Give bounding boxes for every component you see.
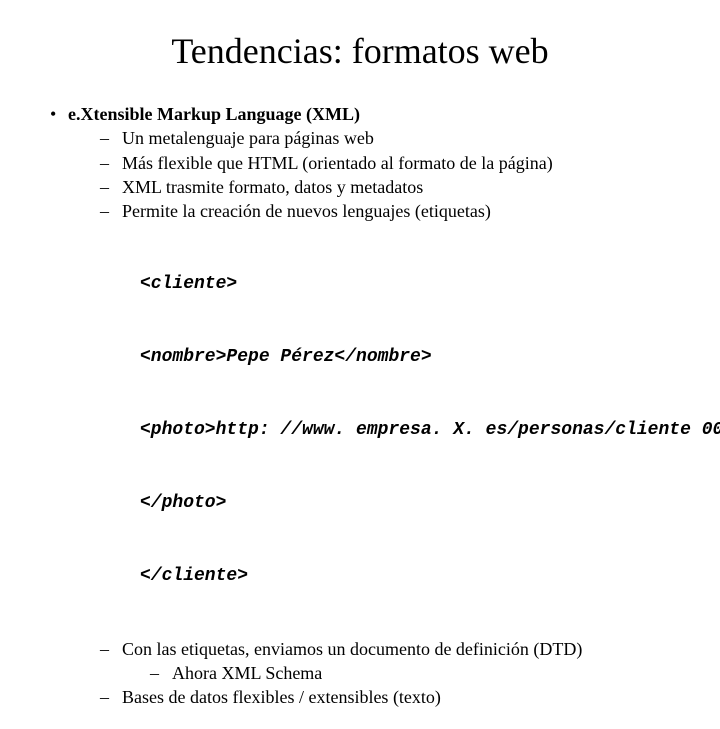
dash-icon: – bbox=[100, 637, 122, 661]
bullet-level3: – Ahora XML Schema bbox=[150, 661, 680, 685]
bullet-level2: – Más flexible que HTML (orientado al fo… bbox=[100, 151, 680, 175]
bullet-level2: – XML trasmite formato, datos y metadato… bbox=[100, 175, 680, 199]
code-block: <cliente> <nombre>Pepe Pérez</nombre> <p… bbox=[140, 223, 680, 636]
bullet-text: Un metalenguaje para páginas web bbox=[122, 126, 374, 150]
dash-icon: – bbox=[100, 126, 122, 150]
code-line: <cliente> bbox=[140, 272, 680, 296]
dash-icon: – bbox=[100, 151, 122, 175]
bullet-level2: – Un metalenguaje para páginas web bbox=[100, 126, 680, 150]
bullet-text: Más flexible que HTML (orientado al form… bbox=[122, 151, 553, 175]
code-line: </photo> bbox=[140, 491, 680, 515]
bullet-text: Con las etiquetas, enviamos un documento… bbox=[122, 637, 582, 661]
bullet-dot-icon: • bbox=[50, 102, 68, 126]
bullet-text: Permite la creación de nuevos lenguajes … bbox=[122, 199, 491, 223]
dash-icon: – bbox=[150, 661, 172, 685]
bullet-level1: • e.Xtensible Markup Language (XML) bbox=[50, 102, 680, 126]
bullet-level2: – Con las etiquetas, enviamos un documen… bbox=[100, 637, 680, 661]
bullet-text: Ahora XML Schema bbox=[172, 661, 322, 685]
dash-icon: – bbox=[100, 199, 122, 223]
slide-title: Tendencias: formatos web bbox=[40, 30, 680, 72]
code-line: </cliente> bbox=[140, 564, 680, 588]
dash-icon: – bbox=[100, 175, 122, 199]
bullet-text: Bases de datos flexibles / extensibles (… bbox=[122, 685, 441, 709]
dash-icon: – bbox=[100, 685, 122, 709]
code-line: <photo>http: //www. empresa. X. es/perso… bbox=[140, 418, 680, 442]
bullet-level2: – Bases de datos flexibles / extensibles… bbox=[100, 685, 680, 709]
bullet-text: XML trasmite formato, datos y metadatos bbox=[122, 175, 423, 199]
bullet-level2: – Permite la creación de nuevos lenguaje… bbox=[100, 199, 680, 223]
code-line: <nombre>Pepe Pérez</nombre> bbox=[140, 345, 680, 369]
bullet-text: e.Xtensible Markup Language (XML) bbox=[68, 102, 360, 126]
slide: Tendencias: formatos web • e.Xtensible M… bbox=[0, 0, 720, 729]
